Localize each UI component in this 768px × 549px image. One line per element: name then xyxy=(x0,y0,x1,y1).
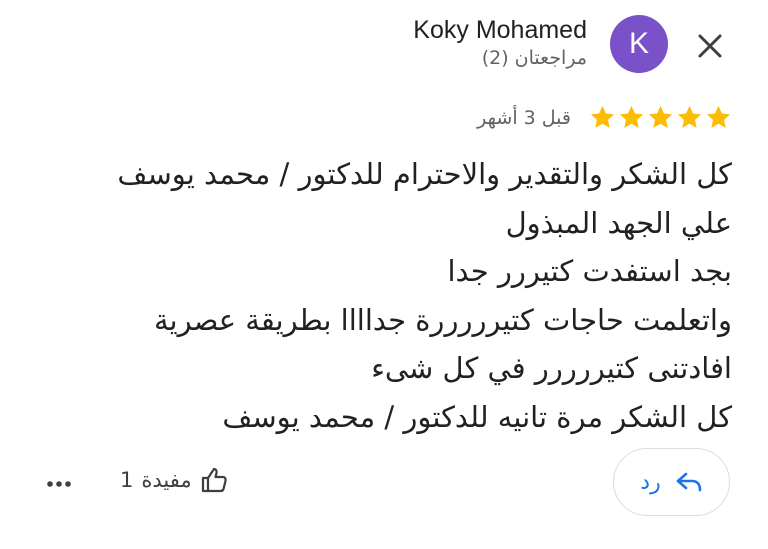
rating-row: قبل 3 أشهر xyxy=(477,104,732,131)
reply-button[interactable]: رد xyxy=(613,448,730,516)
avatar[interactable]: K xyxy=(610,15,668,73)
helpful-button[interactable]: 1 مفيدة xyxy=(120,466,228,494)
star-icon xyxy=(648,106,673,128)
close-icon xyxy=(698,34,722,58)
reply-arrow-icon xyxy=(676,472,702,492)
avatar-letter: K xyxy=(628,27,649,60)
review-text: كل الشكر والتقدير والاحترام للدكتور / مح… xyxy=(12,150,732,442)
star-rating xyxy=(589,104,732,131)
helpful-count: 1 xyxy=(120,468,134,492)
review-line: بجد استفدت كتيررر جدا xyxy=(447,254,733,289)
reviewer-name[interactable]: Koky Mohamed xyxy=(413,16,587,45)
star-icon xyxy=(619,106,644,128)
review-line: افادتنى كتيررررر في كل شىء xyxy=(371,351,732,386)
close-button[interactable] xyxy=(690,26,730,66)
helpful-label: مفيدة xyxy=(141,468,192,492)
star-icon xyxy=(677,106,702,128)
reply-label: رد xyxy=(640,469,661,495)
thumbs-up-icon xyxy=(201,467,227,493)
review-time: قبل 3 أشهر xyxy=(477,106,571,129)
review-line: كل الشكر مرة تانيه للدكتور / محمد يوسف xyxy=(222,399,732,434)
star-icon xyxy=(590,106,615,128)
more-options-button[interactable] xyxy=(44,472,74,496)
reviewer-review-count: مراجعتان (2) xyxy=(481,47,587,69)
review-line: كل الشكر والتقدير والاحترام للدكتور / مح… xyxy=(117,157,732,191)
review-line: علي الجهد المبذول xyxy=(505,205,732,240)
more-horizontal-icon xyxy=(47,481,71,487)
review-line: واتعلمت حاجات كتيرررررة جداااا بطريقة عص… xyxy=(153,302,732,337)
star-icon xyxy=(706,106,731,128)
